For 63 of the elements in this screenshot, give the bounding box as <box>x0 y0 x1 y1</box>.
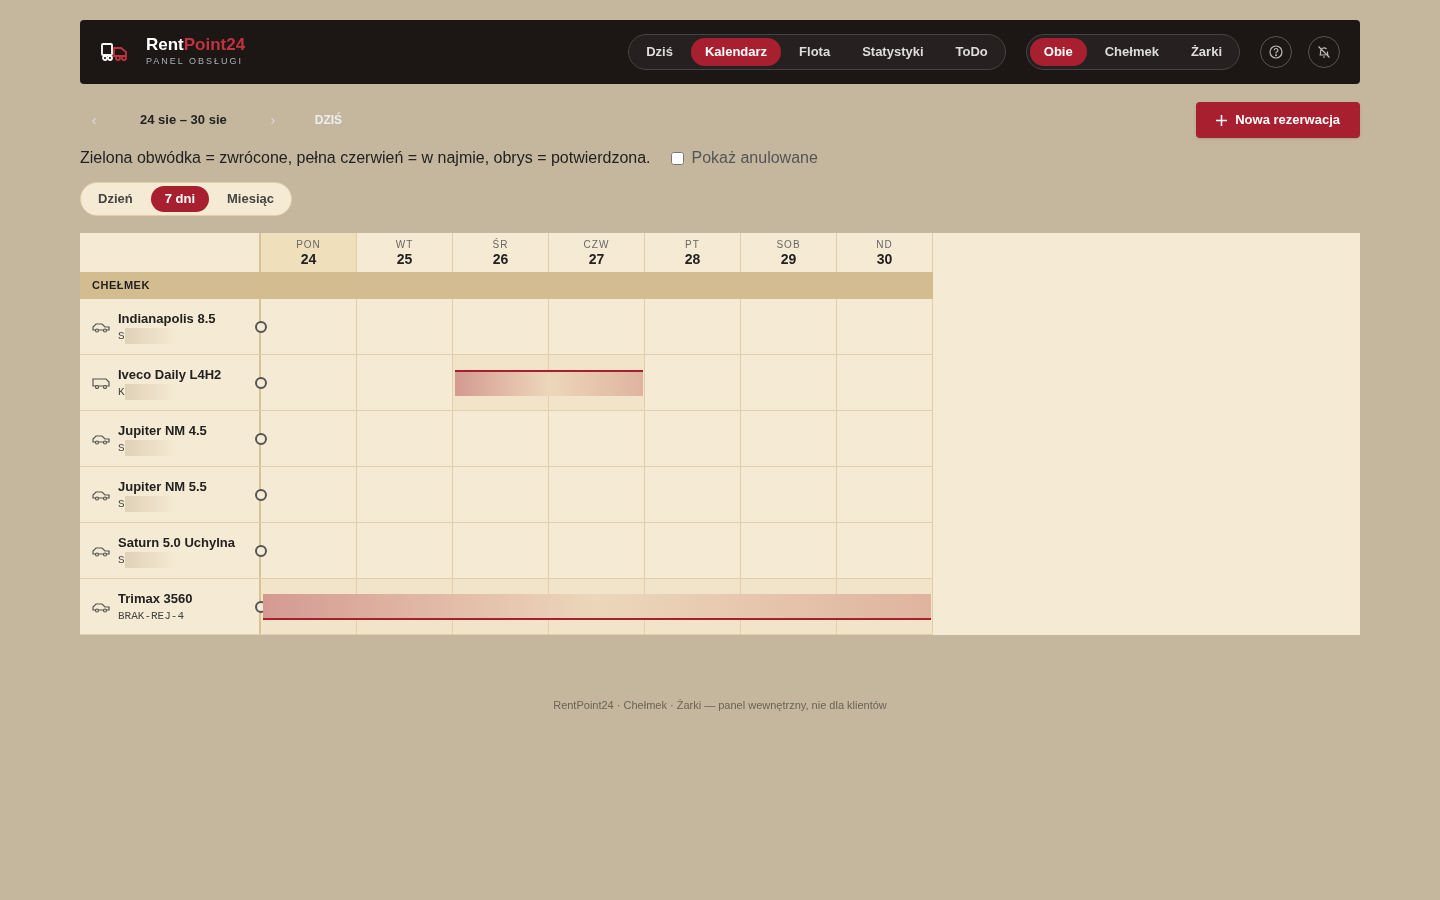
day-number: 30 <box>876 250 893 267</box>
status-ring-icon <box>255 545 267 557</box>
weekday-label: PON <box>296 238 321 251</box>
booking-bar[interactable] <box>263 594 931 620</box>
booking-bar[interactable] <box>455 370 643 396</box>
brand-name: RentPoint24 <box>146 35 246 56</box>
car-icon <box>92 600 110 613</box>
group-header: CHEŁMEK <box>80 272 933 299</box>
vehicle-name: Trimax 3560 <box>118 589 193 608</box>
weekday-label: CZW <box>583 238 610 251</box>
plate-number: S <box>118 329 125 344</box>
weekday-label: SOB <box>776 238 801 251</box>
footer-text: RentPoint24 · Chełmek · Żarki — panel wewnętrzny, nie dla klientów <box>553 698 887 713</box>
car-icon <box>92 320 110 333</box>
view-tab[interactable]: 7 dni <box>150 186 209 212</box>
show-cancelled-label: Pokaż anulowane <box>691 148 818 168</box>
day-number: 29 <box>780 250 797 267</box>
plus-icon <box>1216 114 1228 126</box>
vehicle-name: Jupiter NM 4.5 <box>118 421 207 440</box>
new-reservation-button[interactable]: Nowa rezerwacja <box>1196 102 1360 138</box>
legend-text: Zielona obwódka = zwrócone, pełna czerwień = w najmie, obrys = potwierdzona. <box>80 148 651 168</box>
location-tab[interactable]: Żarki <box>1176 38 1236 66</box>
weekday-label: PT <box>685 238 700 251</box>
day-number: 26 <box>492 250 509 267</box>
nav-tab[interactable]: Kalendarz <box>690 38 782 66</box>
date-range: 24 sie – 30 sie <box>140 111 227 130</box>
car-icon <box>92 432 110 445</box>
weekday-label: ŚR <box>492 238 509 251</box>
truck-logo-icon <box>100 42 130 62</box>
van-icon <box>92 376 110 389</box>
status-ring-icon <box>255 433 267 445</box>
nav-tab[interactable]: Statystyki <box>848 38 938 66</box>
plate-number: S <box>118 497 125 512</box>
bell-off-icon <box>1317 45 1331 59</box>
nav-tab[interactable]: Dziś <box>632 38 687 66</box>
day-number: 24 <box>300 250 317 267</box>
nav-tab[interactable]: Flota <box>785 38 845 66</box>
vehicle-name: Indianapolis 8.5 <box>118 309 216 328</box>
view-tab[interactable]: Dzień <box>84 186 147 212</box>
vehicle-name: Saturn 5.0 Uchylna <box>118 533 236 552</box>
status-ring-icon <box>255 377 267 389</box>
plate-number: BRAK-REJ-4 <box>118 609 184 624</box>
weekday-label: ND <box>876 238 893 251</box>
status-ring-icon <box>255 321 267 333</box>
brand-subtitle: PANEL OBSŁUGI <box>146 55 245 69</box>
vehicle-name: Jupiter NM 5.5 <box>118 477 207 496</box>
location-tab[interactable]: Chełmek <box>1090 38 1173 66</box>
vehicle-name: Iveco Daily L4H2 <box>118 365 222 384</box>
day-number: 28 <box>684 250 701 267</box>
help-icon <box>1269 45 1283 59</box>
plate-number: S <box>118 553 125 568</box>
view-tab[interactable]: Miesiąc <box>213 186 288 212</box>
day-number: 25 <box>396 250 413 267</box>
car-icon <box>92 488 110 501</box>
show-cancelled-checkbox[interactable] <box>670 151 684 165</box>
day-number: 27 <box>588 250 605 267</box>
plate-number: S <box>118 441 125 456</box>
status-ring-icon <box>255 489 267 501</box>
nav-tab[interactable]: ToDo <box>941 38 1002 66</box>
plate-number: K <box>118 385 125 400</box>
weekday-label: WT <box>395 238 414 251</box>
location-tab[interactable]: Obie <box>1029 38 1087 66</box>
car-icon <box>92 544 110 557</box>
